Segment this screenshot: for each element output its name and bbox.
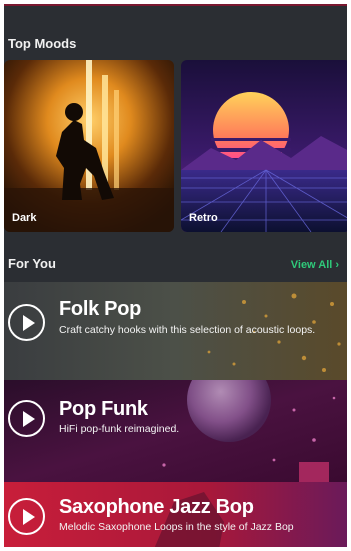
mood-card-dark[interactable]: Dark — [4, 60, 174, 232]
mood-card-label: Dark — [12, 212, 37, 224]
view-all-label: View All — [290, 259, 333, 271]
playlist-title: Pop Funk — [59, 398, 148, 420]
for-you-heading: For You — [8, 256, 56, 271]
playlist-title: Folk Pop — [59, 298, 142, 320]
play-icon — [22, 410, 35, 427]
playlist-card-saxophone-jazz-bop[interactable]: Saxophone Jazz Bop Melodic Saxophone Loo… — [4, 482, 347, 547]
playlist-title: Saxophone Jazz Bop — [59, 496, 254, 518]
play-button[interactable] — [8, 400, 45, 437]
playlist-description: Craft catchy hooks with this selection o… — [59, 324, 316, 336]
chevron-right-icon: › — [335, 259, 339, 271]
playlist-description: HiFi pop-funk reimagined. — [59, 423, 180, 435]
playlist-description: Melodic Saxophone Loops in the style of … — [59, 521, 294, 533]
playlist-card-folk-pop[interactable]: Folk Pop Craft catchy hooks with this se… — [4, 282, 347, 380]
play-button[interactable] — [8, 304, 45, 341]
view-all-link[interactable]: View All › — [291, 259, 339, 271]
play-icon — [22, 508, 35, 525]
playlist-card-pop-funk[interactable]: Pop Funk HiFi pop-funk reimagined. — [4, 380, 347, 482]
mood-card-dark-image — [4, 60, 174, 232]
mood-card-retro-image — [181, 60, 347, 232]
play-button[interactable] — [8, 498, 45, 535]
play-icon — [22, 314, 35, 331]
mood-card-retro[interactable]: Retro — [181, 60, 347, 232]
top-moods-heading: Top Moods — [8, 36, 77, 51]
mood-card-label: Retro — [189, 212, 218, 224]
app-screen: Top Moods Dark Retro For You View All › … — [4, 4, 347, 547]
